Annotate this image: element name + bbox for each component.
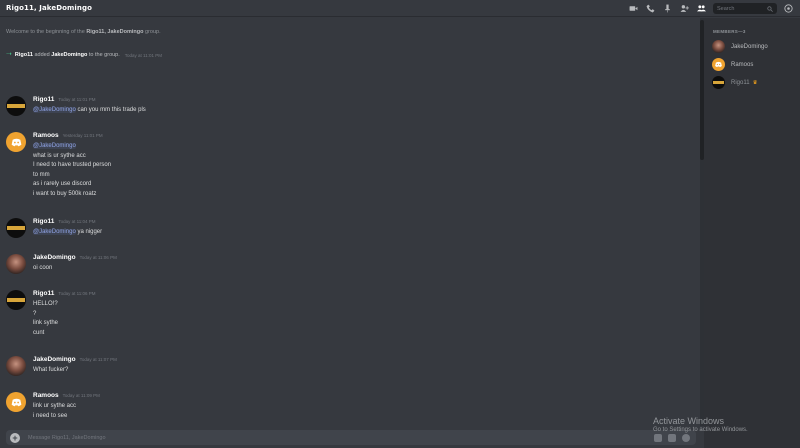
avatar[interactable] bbox=[6, 356, 26, 376]
system-message: ➝ Rigo11 added JakeDomingo to the group.… bbox=[6, 51, 162, 58]
message-text: can you mm this trade pls bbox=[75, 107, 146, 113]
timestamp: Today at 11:06 PM bbox=[58, 291, 96, 296]
message-line: as i rarely use discord bbox=[33, 181, 92, 187]
message-line: what is ur sythe acc bbox=[33, 152, 86, 159]
avatar[interactable] bbox=[6, 132, 26, 152]
members-sidebar: MEMBERS—3 JakeDomingo Ramoos Rigo11 ♛ bbox=[704, 18, 800, 448]
search-icon bbox=[767, 5, 773, 12]
avatar bbox=[712, 76, 725, 89]
author-name[interactable]: Rigo11 bbox=[33, 96, 54, 103]
system-timestamp: Today at 11:01 PM bbox=[124, 52, 162, 58]
author-name[interactable]: JakeDomingo bbox=[33, 356, 76, 363]
title-bar: Rigo11, JakeDomingo Search bbox=[0, 0, 800, 17]
upload-plus-icon[interactable]: + bbox=[10, 432, 20, 443]
channel-title: Rigo11, JakeDomingo bbox=[6, 4, 93, 12]
timestamp: Today at 11:06 PM bbox=[79, 255, 117, 260]
author-name[interactable]: Ramoos bbox=[33, 392, 59, 399]
member-jakedomingo[interactable]: JakeDomingo bbox=[712, 40, 768, 53]
author-name[interactable]: JakeDomingo bbox=[33, 254, 76, 261]
message-line: @JakeDomingo can you mm this trade pls bbox=[33, 106, 146, 116]
member-ramoos[interactable]: Ramoos bbox=[712, 58, 753, 71]
welcome-text: Welcome to the beginning of the Rigo11, … bbox=[6, 29, 161, 35]
author-name[interactable]: Rigo11 bbox=[33, 290, 54, 297]
video-icon[interactable] bbox=[628, 3, 639, 14]
welcome-group-name: Rigo11, JakeDomingo bbox=[86, 29, 144, 35]
timestamp: Today at 11:07 PM bbox=[79, 357, 117, 362]
avatar[interactable] bbox=[6, 290, 26, 310]
gif-icon[interactable] bbox=[668, 433, 676, 442]
add-member-icon[interactable] bbox=[679, 3, 690, 14]
message-line: I need to have trusted person bbox=[33, 162, 112, 168]
timestamp: Yesterday 11:01 PM bbox=[62, 133, 103, 138]
message-input[interactable] bbox=[28, 434, 654, 441]
timestamp: Today at 11:01 PM bbox=[58, 97, 96, 102]
search-box[interactable]: Search bbox=[713, 3, 777, 14]
member-name: JakeDomingo bbox=[731, 43, 768, 50]
activate-subtitle: Go to Settings to activate Windows. bbox=[653, 427, 748, 433]
user-mention[interactable]: @JakeDomingo bbox=[33, 143, 76, 149]
user-mention[interactable]: @JakeDomingo bbox=[33, 107, 76, 113]
message-line: ? bbox=[33, 310, 37, 317]
system-target[interactable]: JakeDomingo bbox=[51, 52, 87, 58]
owner-crown-icon: ♛ bbox=[752, 79, 758, 86]
message-line: @JakeDomingo bbox=[33, 142, 111, 152]
avatar bbox=[712, 58, 725, 71]
emoji-icon[interactable] bbox=[682, 433, 690, 442]
message-list[interactable] bbox=[0, 18, 700, 426]
member-added-arrow-icon: ➝ bbox=[6, 51, 12, 58]
activate-title: Activate Windows bbox=[653, 416, 725, 426]
avatar[interactable] bbox=[6, 218, 26, 238]
activate-windows-watermark: Activate Windows Go to Settings to activ… bbox=[653, 416, 748, 434]
message-line: link sythe bbox=[33, 320, 59, 326]
message-line: i need to see bbox=[33, 412, 68, 419]
avatar[interactable] bbox=[6, 96, 26, 116]
members-icon[interactable] bbox=[696, 3, 707, 14]
message-line: i want to buy 500k roatz bbox=[33, 190, 97, 197]
discord-logo-icon bbox=[11, 138, 21, 146]
system-tail: to the group. bbox=[87, 52, 120, 58]
member-name: Rigo11 bbox=[731, 79, 750, 86]
toolbar: Search bbox=[628, 2, 794, 15]
message-line: to mm bbox=[33, 171, 50, 178]
user-mention[interactable]: @JakeDomingo bbox=[33, 229, 76, 235]
member-rigo11[interactable]: Rigo11 ♛ bbox=[712, 76, 758, 89]
message-line: HELLO!? bbox=[33, 301, 58, 307]
message-text: ya nigger bbox=[75, 229, 103, 235]
welcome-prefix: Welcome to the beginning of the bbox=[6, 29, 87, 35]
members-header: MEMBERS—3 bbox=[713, 29, 746, 34]
system-actor[interactable]: Rigo11 bbox=[15, 52, 33, 58]
author-name[interactable]: Rigo11 bbox=[33, 218, 54, 225]
message-composer: + bbox=[6, 430, 696, 445]
message-line: oi coon bbox=[33, 265, 53, 271]
discord-logo-icon bbox=[11, 398, 21, 406]
search-placeholder: Search bbox=[717, 5, 735, 12]
avatar[interactable] bbox=[6, 254, 26, 274]
gift-icon[interactable] bbox=[654, 433, 662, 442]
timestamp: Today at 11:04 PM bbox=[58, 219, 96, 224]
member-name: Ramoos bbox=[731, 61, 754, 68]
author-name[interactable]: Ramoos bbox=[33, 132, 59, 139]
avatar[interactable] bbox=[6, 392, 26, 412]
phone-icon[interactable] bbox=[645, 3, 656, 14]
message-line: What fucker? bbox=[33, 367, 69, 373]
avatar bbox=[712, 40, 725, 53]
pin-icon[interactable] bbox=[662, 3, 673, 14]
system-verb: added bbox=[32, 52, 52, 58]
message-line: @JakeDomingo ya nigger bbox=[33, 228, 102, 238]
timestamp: Today at 11:09 PM bbox=[62, 393, 100, 398]
message-line: cunt bbox=[33, 329, 45, 336]
help-icon[interactable] bbox=[783, 3, 794, 14]
message-line: link ur sythe acc bbox=[33, 403, 77, 409]
welcome-suffix: group. bbox=[143, 29, 161, 35]
discord-logo-icon bbox=[715, 61, 722, 68]
